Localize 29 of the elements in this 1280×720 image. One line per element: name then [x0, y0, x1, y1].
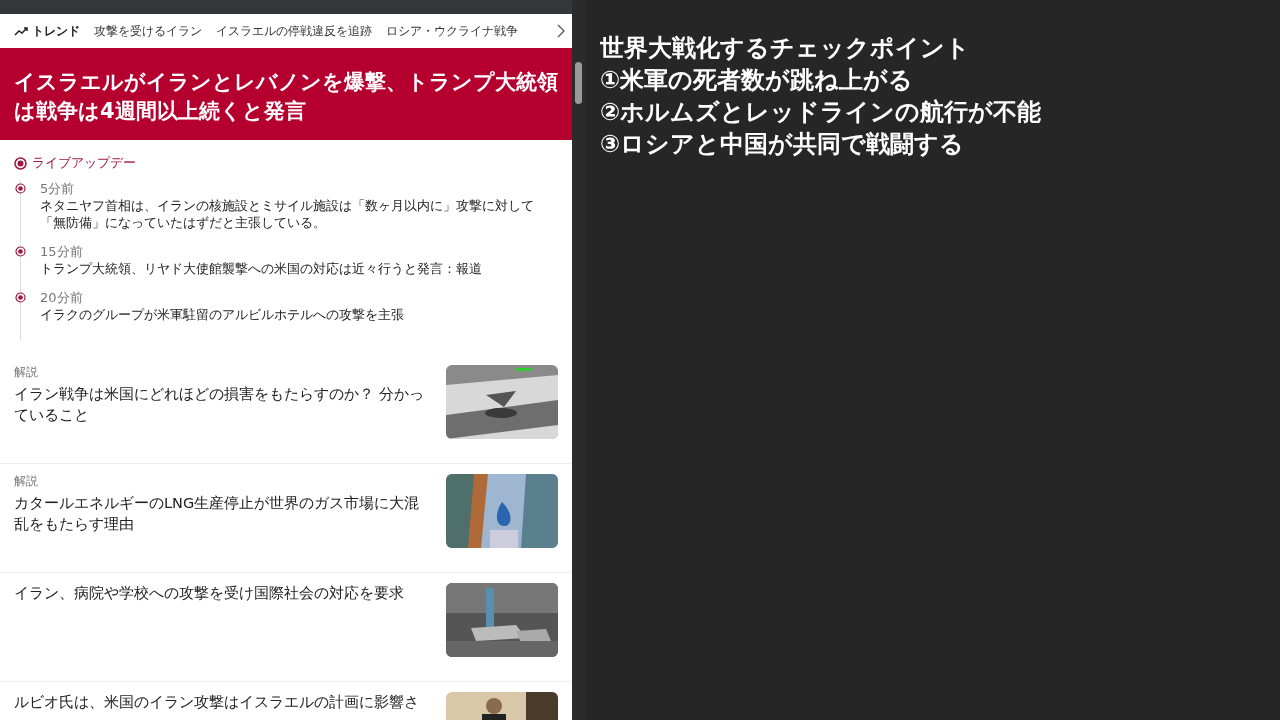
update-text[interactable]: ネタニヤフ首相は、イランの核施設とミサイル施設は「数ヶ月以内に」攻撃に対して「無防備」になっていたはずだと主張している。	[40, 197, 558, 231]
article-title[interactable]: ルビオ氏は、米国のイラン攻撃はイスラエルの計画に影響さ	[14, 692, 432, 713]
overlay-point: ②ホルムズとレッドラインの航行が不能	[600, 97, 1043, 128]
update-time: 20分前	[40, 289, 84, 306]
update-time: 15分前	[40, 243, 84, 260]
timeline-dot-icon	[15, 292, 26, 303]
article-tag: 解説	[14, 365, 432, 380]
live-icon	[14, 156, 27, 170]
trending-icon	[14, 26, 28, 36]
article-title[interactable]: カタールエネルギーのLNG生産停止が世界のガス市場に大混乱をもたらす理由	[14, 493, 432, 535]
overlay-point: ①米軍の死者数が跳ね上がる	[600, 65, 915, 96]
chevron-right-icon[interactable]	[556, 24, 566, 38]
article-title[interactable]: イラン戦争は米国にどれほどの損害をもたらすのか？ 分かっていること	[14, 384, 432, 426]
update-text[interactable]: イラクのグループが米軍駐留のアルビルホテルへの攻撃を主張	[40, 306, 558, 323]
article-tag: 解説	[14, 474, 432, 489]
trend-link[interactable]: 攻撃を受けるイラン	[94, 22, 202, 40]
trend-link[interactable]: ロシア・ウクライナ戦争	[386, 22, 518, 40]
trend-label: トレンド	[14, 22, 80, 40]
overlay-heading: 世界大戦化するチェックポイント	[600, 33, 971, 64]
timeline-dot-icon	[15, 183, 26, 194]
update-text[interactable]: トランプ大統領、リヤド大使館襲撃への米国の対応は近々行うと発言：報道	[40, 260, 558, 277]
live-updates-link[interactable]: ライブアップデー	[32, 154, 136, 172]
headline-title[interactable]: イスラエルがイランとレバノンを爆撃、トランプ大統領は戦争は4週間以上続くと発言	[14, 68, 558, 126]
scrollbar[interactable]	[572, 0, 586, 720]
overlay-point: ③ロシアと中国が共同で戦闘する	[600, 129, 966, 160]
article-title[interactable]: イラン、病院や学校への攻撃を受け国際社会の対応を要求	[14, 583, 432, 604]
update-time: 5分前	[40, 180, 76, 197]
timeline-dot-icon	[15, 246, 26, 257]
trend-link[interactable]: イスラエルの停戦違反を追跡	[216, 22, 372, 40]
